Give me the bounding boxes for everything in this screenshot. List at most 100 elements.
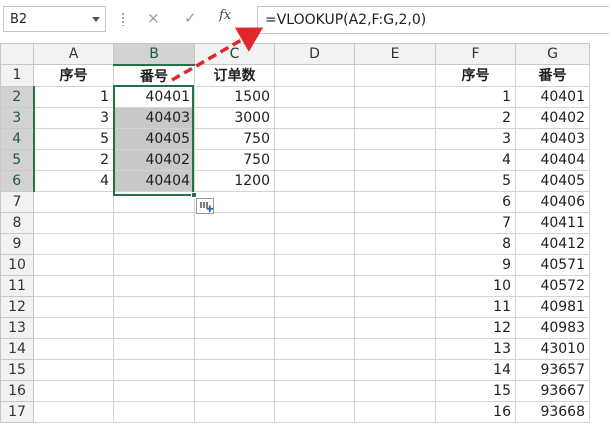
cell-d7[interactable] <box>274 190 355 213</box>
cell-f9[interactable]: 8 <box>435 232 516 255</box>
cell-a16[interactable] <box>33 379 114 402</box>
cell-a9[interactable] <box>33 232 114 255</box>
cell-a6[interactable]: 4 <box>33 169 114 192</box>
cell-c8[interactable] <box>194 211 275 234</box>
insert-function-icon[interactable]: fx <box>219 8 231 23</box>
cell-f12[interactable]: 11 <box>435 295 516 318</box>
cell-f13[interactable]: 12 <box>435 316 516 339</box>
cell-e3[interactable] <box>354 106 436 129</box>
cell-d6[interactable] <box>274 169 355 192</box>
cell-f8[interactable]: 7 <box>435 211 516 234</box>
cell-a2[interactable]: 1 <box>33 85 114 108</box>
cell-e14[interactable] <box>354 337 436 360</box>
cell-c17[interactable] <box>194 400 275 423</box>
cell-b11[interactable] <box>113 274 195 297</box>
cell-b9[interactable] <box>113 232 195 255</box>
select-all-corner[interactable] <box>0 43 34 65</box>
row-header[interactable]: 17 <box>0 400 34 423</box>
cell-e4[interactable] <box>354 127 436 150</box>
cell-b8[interactable] <box>113 211 195 234</box>
row-header[interactable]: 5 <box>0 148 35 171</box>
cell-d3[interactable] <box>274 106 355 129</box>
column-header-c[interactable]: C <box>194 43 275 65</box>
cell-d12[interactable] <box>274 295 355 318</box>
cell-a12[interactable] <box>33 295 114 318</box>
cell-f6[interactable]: 5 <box>435 169 516 192</box>
cell-e13[interactable] <box>354 316 436 339</box>
cell-a17[interactable] <box>33 400 114 423</box>
row-header[interactable]: 6 <box>0 169 35 192</box>
cell-c16[interactable] <box>194 379 275 402</box>
formula-input[interactable]: =VLOOKUP(A2,F:G,2,0) <box>257 6 609 34</box>
cell-e5[interactable] <box>354 148 436 171</box>
cell-d9[interactable] <box>274 232 355 255</box>
row-header[interactable]: 4 <box>0 127 35 150</box>
cell-c2[interactable]: 1500 <box>194 85 275 108</box>
cell-a8[interactable] <box>33 211 114 234</box>
cell-b17[interactable] <box>113 400 195 423</box>
cell-f5[interactable]: 4 <box>435 148 516 171</box>
row-header[interactable]: 13 <box>0 316 34 339</box>
cell-d2[interactable] <box>274 85 355 108</box>
row-header[interactable]: 16 <box>0 379 34 402</box>
cell-d13[interactable] <box>274 316 355 339</box>
column-header-f[interactable]: F <box>435 43 516 65</box>
row-header[interactable]: 3 <box>0 106 35 129</box>
cell-c13[interactable] <box>194 316 275 339</box>
cell-e9[interactable] <box>354 232 436 255</box>
cell-c4[interactable]: 750 <box>194 127 275 150</box>
cell-a4[interactable]: 5 <box>33 127 114 150</box>
row-header[interactable]: 15 <box>0 358 34 381</box>
cell-e1[interactable] <box>354 64 436 87</box>
cell-c15[interactable] <box>194 358 275 381</box>
cell-g12[interactable]: 40981 <box>515 295 590 318</box>
cell-f14[interactable]: 13 <box>435 337 516 360</box>
cell-e6[interactable] <box>354 169 436 192</box>
cell-f4[interactable]: 3 <box>435 127 516 150</box>
cell-e15[interactable] <box>354 358 436 381</box>
cell-b14[interactable] <box>113 337 195 360</box>
row-header[interactable]: 2 <box>0 85 35 108</box>
row-header[interactable]: 11 <box>0 274 34 297</box>
cell-c1[interactable]: 订单数 <box>194 64 275 87</box>
cell-b4[interactable]: 40405 <box>113 127 195 150</box>
column-header-g[interactable]: G <box>515 43 590 65</box>
cell-g1[interactable]: 番号 <box>515 64 590 87</box>
cell-g9[interactable]: 40412 <box>515 232 590 255</box>
row-header[interactable]: 7 <box>0 190 34 213</box>
cell-a11[interactable] <box>33 274 114 297</box>
row-header[interactable]: 10 <box>0 253 34 276</box>
cell-c9[interactable] <box>194 232 275 255</box>
cell-b6[interactable]: 40404 <box>113 169 195 192</box>
cell-f3[interactable]: 2 <box>435 106 516 129</box>
cell-b1[interactable]: 番号 <box>113 64 195 87</box>
cell-b2[interactable]: 40401 <box>113 85 195 108</box>
cancel-icon[interactable]: × <box>147 9 160 27</box>
cell-a5[interactable]: 2 <box>33 148 114 171</box>
cell-c11[interactable] <box>194 274 275 297</box>
cell-a10[interactable] <box>33 253 114 276</box>
column-header-e[interactable]: E <box>354 43 436 65</box>
cell-e17[interactable] <box>354 400 436 423</box>
cell-b15[interactable] <box>113 358 195 381</box>
cell-g10[interactable]: 40571 <box>515 253 590 276</box>
cell-g15[interactable]: 93657 <box>515 358 590 381</box>
cell-c5[interactable]: 750 <box>194 148 275 171</box>
row-header[interactable]: 8 <box>0 211 34 234</box>
cell-a3[interactable]: 3 <box>33 106 114 129</box>
cell-g13[interactable]: 40983 <box>515 316 590 339</box>
cell-b3[interactable]: 40403 <box>113 106 195 129</box>
cell-d16[interactable] <box>274 379 355 402</box>
cell-f16[interactable]: 15 <box>435 379 516 402</box>
cell-f7[interactable]: 6 <box>435 190 516 213</box>
column-header-b[interactable]: B <box>113 43 195 66</box>
cell-c3[interactable]: 3000 <box>194 106 275 129</box>
cell-d10[interactable] <box>274 253 355 276</box>
cell-c6[interactable]: 1200 <box>194 169 275 192</box>
cell-d17[interactable] <box>274 400 355 423</box>
cell-g3[interactable]: 40402 <box>515 106 590 129</box>
enter-check-icon[interactable]: ✓ <box>184 9 197 27</box>
cell-d8[interactable] <box>274 211 355 234</box>
row-header[interactable]: 9 <box>0 232 34 255</box>
cell-e16[interactable] <box>354 379 436 402</box>
